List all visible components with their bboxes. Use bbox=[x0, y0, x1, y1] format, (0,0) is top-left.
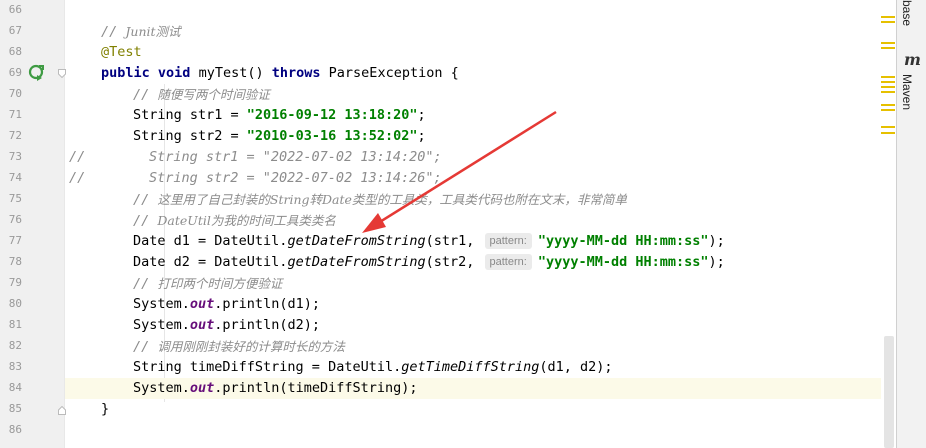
maven-icon[interactable]: m bbox=[904, 50, 921, 69]
warning-marker[interactable] bbox=[881, 126, 895, 128]
warning-marker[interactable] bbox=[881, 42, 895, 44]
warning-marker[interactable] bbox=[881, 81, 895, 83]
warning-marker[interactable] bbox=[881, 16, 895, 18]
warning-marker[interactable] bbox=[881, 86, 895, 88]
warning-marker[interactable] bbox=[881, 91, 895, 93]
right-tool-strip: base m Maven bbox=[896, 0, 926, 448]
maven-tab[interactable]: Maven bbox=[900, 74, 914, 110]
warning-marker[interactable] bbox=[881, 47, 895, 49]
database-tab[interactable]: base bbox=[900, 0, 914, 26]
scrollbar-thumb[interactable] bbox=[884, 336, 894, 448]
warning-marker[interactable] bbox=[881, 132, 895, 134]
arrow-line bbox=[374, 110, 557, 227]
warning-marker[interactable] bbox=[881, 104, 895, 106]
arrow-head bbox=[362, 213, 386, 233]
warning-marker[interactable] bbox=[881, 109, 895, 111]
warning-marker[interactable] bbox=[881, 21, 895, 23]
annotation-arrow bbox=[362, 110, 557, 233]
warning-marker[interactable] bbox=[881, 76, 895, 78]
